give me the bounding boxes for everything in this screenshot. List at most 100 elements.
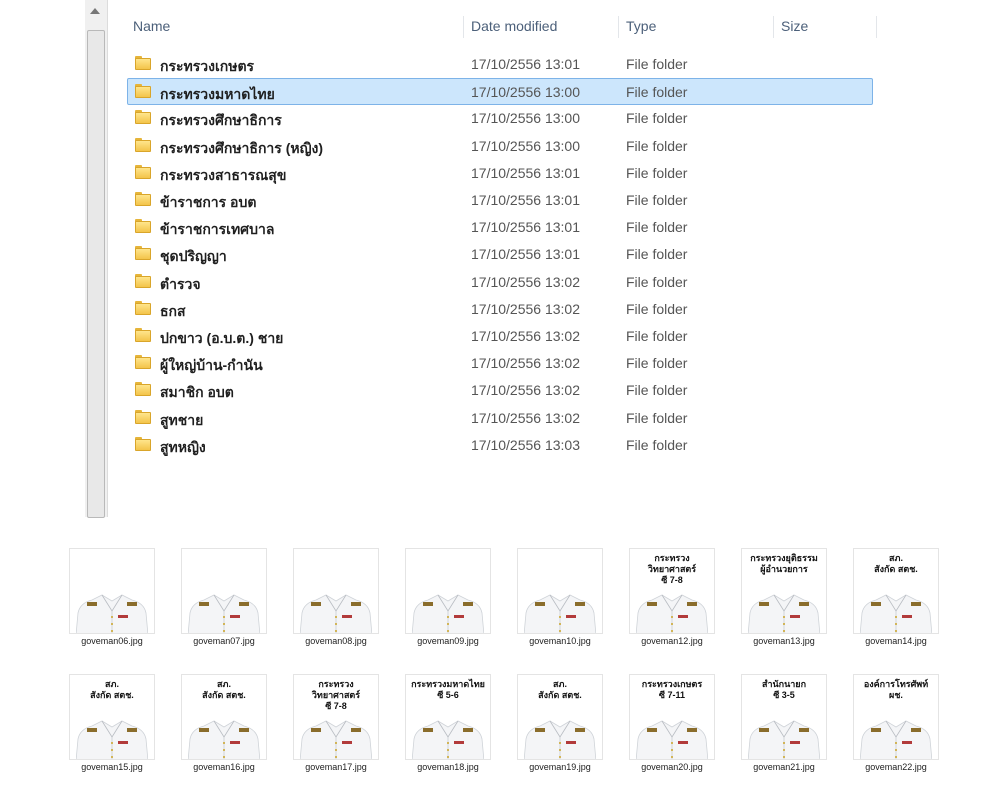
- thumbnail-image[interactable]: สภ. สังกัด สตช.: [181, 674, 267, 760]
- thumbnail-filename: goveman17.jpg: [305, 762, 367, 772]
- file-type: File folder: [626, 219, 688, 236]
- file-type: File folder: [626, 84, 688, 101]
- uniform-image: [188, 720, 260, 759]
- thumbnail-item[interactable]: กระทรวงวิทยาศาสตร์ ซี 7-8 goveman12.jpg: [629, 548, 715, 646]
- thumbnail-item[interactable]: goveman07.jpg: [181, 548, 267, 646]
- folder-row[interactable]: กระทรวงมหาดไทย 17/10/2556 13:00 File folde…: [127, 78, 873, 106]
- thumbnail-filename: goveman16.jpg: [193, 762, 255, 772]
- file-type: File folder: [626, 164, 688, 181]
- folder-name: สูทชาย: [160, 411, 204, 428]
- folder-row[interactable]: ผู้ใหญ่บ้าน-กำนัน 17/10/2556 13:02 File fo…: [128, 350, 872, 377]
- column-header-size[interactable]: Size: [781, 18, 808, 34]
- folder-row[interactable]: กระทรวงสาธารณสุข 17/10/2556 13:01 File fol…: [128, 160, 872, 187]
- thumbnail-item[interactable]: สภ. สังกัด สตช. goveman14.jpg: [853, 548, 939, 646]
- folder-row[interactable]: กระทรวงศึกษาธิการ (หญิง) 17/10/2556 13:00…: [128, 133, 872, 160]
- folder-name: สมาชิก อบต: [160, 384, 234, 401]
- thumbnail-filename: goveman14.jpg: [865, 636, 927, 646]
- thumbnail-image[interactable]: [293, 548, 379, 634]
- thumbnail-image[interactable]: [69, 548, 155, 634]
- thumbnail-image[interactable]: สภ. สังกัด สตช.: [853, 548, 939, 634]
- folder-row[interactable]: ชุดปริญญา 17/10/2556 13:01 File folder: [128, 241, 872, 268]
- thumbnail-filename: goveman10.jpg: [529, 636, 591, 646]
- folder-icon: [135, 246, 151, 261]
- date-modified: 17/10/2556 13:02: [471, 300, 580, 317]
- column-header-date-modified[interactable]: Date modified: [471, 18, 557, 34]
- folder-name: กระทรวงศึกษาธิการ: [160, 112, 282, 129]
- folder-icon: [135, 382, 151, 397]
- thumbnail-item[interactable]: goveman10.jpg: [517, 548, 603, 646]
- thumbnail-item[interactable]: goveman08.jpg: [293, 548, 379, 646]
- folder-icon: [135, 56, 151, 70]
- folder-icon: [135, 300, 151, 315]
- thumbnail-item[interactable]: กระทรวงวิทยาศาสตร์ ซี 7-8 goveman17.jpg: [293, 674, 379, 772]
- folder-row[interactable]: สูทหญิง 17/10/2556 13:03 File folder: [128, 432, 872, 459]
- thumbnail-item[interactable]: กระทรวงมหาดไทย ซี 5-6 goveman18.jpg: [405, 674, 491, 772]
- thumbnail-image[interactable]: สำนักนายก ซี 3-5: [741, 674, 827, 760]
- file-explorer-window: Name Date modified Type Size กระทรวงเกษต…: [85, 0, 900, 518]
- folder-row[interactable]: สูทชาย 17/10/2556 13:02 File folder: [128, 405, 872, 432]
- folder-row[interactable]: ตำรวจ 17/10/2556 13:02 File folder: [128, 269, 872, 296]
- thumbnail-image[interactable]: กระทรวงวิทยาศาสตร์ ซี 7-8: [293, 674, 379, 760]
- folder-name: ปกขาว (อ.บ.ต.) ชาย: [160, 330, 284, 346]
- thumbnail-image[interactable]: [517, 548, 603, 634]
- thumbnail-filename: goveman07.jpg: [193, 636, 255, 646]
- thumbnail-caption: กระทรวงวิทยาศาสตร์ ซี 7-8: [311, 679, 361, 711]
- thumbnail-item[interactable]: สำนักนายก ซี 3-5 goveman21.jpg: [741, 674, 827, 772]
- thumbnail-item[interactable]: สภ. สังกัด สตช. goveman15.jpg: [69, 674, 155, 772]
- column-header-type[interactable]: Type: [626, 18, 656, 34]
- date-modified: 17/10/2556 13:01: [471, 192, 580, 208]
- thumbnail-item[interactable]: goveman09.jpg: [405, 548, 491, 646]
- vertical-scrollbar[interactable]: [85, 0, 108, 518]
- thumbnail-item[interactable]: goveman06.jpg: [69, 548, 155, 646]
- file-list: Name Date modified Type Size กระทรวงเกษต…: [108, 0, 900, 517]
- thumbnail-caption: สภ. สังกัด สตช.: [538, 679, 582, 700]
- scroll-up-arrow-icon[interactable]: [90, 8, 100, 14]
- thumbnail-item[interactable]: สภ. สังกัด สตช. goveman19.jpg: [517, 674, 603, 772]
- date-modified: 17/10/2556 13:02: [471, 328, 580, 344]
- thumbnail-image[interactable]: สภ. สังกัด สตช.: [517, 674, 603, 760]
- folder-name: ตำรวจ: [160, 275, 201, 292]
- folder-name: กระทรวงศึกษาธิการ (หญิง): [160, 139, 324, 156]
- folder-row[interactable]: ธกส 17/10/2556 13:02 File folder: [128, 296, 872, 323]
- uniform-image: [524, 720, 596, 759]
- date-modified: 17/10/2556 13:02: [471, 409, 580, 426]
- thumbnail-image[interactable]: กระทรวงเกษตร ซี 7-11: [629, 674, 715, 760]
- thumbnail-image[interactable]: องค์การโทรศัพท์ ผช.: [853, 674, 939, 760]
- thumbnail-image[interactable]: [405, 548, 491, 634]
- scrollbar-thumb[interactable]: [87, 30, 105, 518]
- thumbnail-caption: กระทรวงวิทยาศาสตร์ ซี 7-8: [647, 553, 697, 585]
- date-modified: 17/10/2556 13:02: [471, 355, 580, 372]
- column-header-name[interactable]: Name: [133, 18, 170, 34]
- file-type: File folder: [626, 300, 688, 317]
- thumbnail-image[interactable]: [181, 548, 267, 634]
- folder-row[interactable]: ข้าราชการเทศบาล 17/10/2556 13:01 File fold…: [128, 214, 872, 241]
- thumbnail-item[interactable]: องค์การโทรศัพท์ ผช. goveman22.jpg: [853, 674, 939, 772]
- folder-row[interactable]: สมาชิก อบต 17/10/2556 13:02 File folder: [128, 377, 872, 404]
- file-type: File folder: [626, 382, 688, 399]
- thumbnail-image[interactable]: กระทรวงยุติธรรม ผู้อำนวยการ: [741, 548, 827, 634]
- thumbnail-filename: goveman20.jpg: [641, 762, 703, 772]
- thumbnail-item[interactable]: กระทรวงเกษตร ซี 7-11 goveman20.jpg: [629, 674, 715, 772]
- thumbnail-image[interactable]: กระทรวงมหาดไทย ซี 5-6: [405, 674, 491, 760]
- folder-row[interactable]: ปกขาว (อ.บ.ต.) ชาย 17/10/2556 13:02 File f…: [128, 323, 872, 350]
- thumbnail-caption: กระทรวงเกษตร ซี 7-11: [641, 679, 703, 700]
- folder-row[interactable]: กระทรวงศึกษาธิการ 17/10/2556 13:00 File fo…: [128, 105, 872, 132]
- folder-row[interactable]: ข้าราชการ อบต 17/10/2556 13:01 File folder: [128, 187, 872, 214]
- folder-name: ผู้ใหญ่บ้าน-กำนัน: [160, 357, 263, 374]
- thumbnail-filename: goveman12.jpg: [641, 636, 703, 646]
- folder-name: ข้าราชการ อบต: [160, 194, 257, 210]
- thumbnail-item[interactable]: กระทรวงยุติธรรม ผู้อำนวยการ goveman13.jpg: [741, 548, 827, 646]
- file-type: File folder: [626, 192, 688, 208]
- folder-row[interactable]: กระทรวงเกษตร 17/10/2556 13:01 File folder: [128, 51, 872, 78]
- uniform-image: [748, 594, 820, 633]
- file-type: File folder: [626, 56, 688, 72]
- folder-icon: [135, 110, 151, 125]
- thumbnail-image[interactable]: กระทรวงวิทยาศาสตร์ ซี 7-8: [629, 548, 715, 634]
- thumbnail-caption: สภ. สังกัด สตช.: [202, 679, 246, 700]
- thumbnail-caption: องค์การโทรศัพท์ ผช.: [863, 679, 929, 700]
- thumbnail-image[interactable]: สภ. สังกัด สตช.: [69, 674, 155, 760]
- thumbnail-filename: goveman19.jpg: [529, 762, 591, 772]
- folder-icon: [135, 409, 151, 424]
- thumbnail-item[interactable]: สภ. สังกัด สตช. goveman16.jpg: [181, 674, 267, 772]
- folder-icon: [135, 355, 151, 370]
